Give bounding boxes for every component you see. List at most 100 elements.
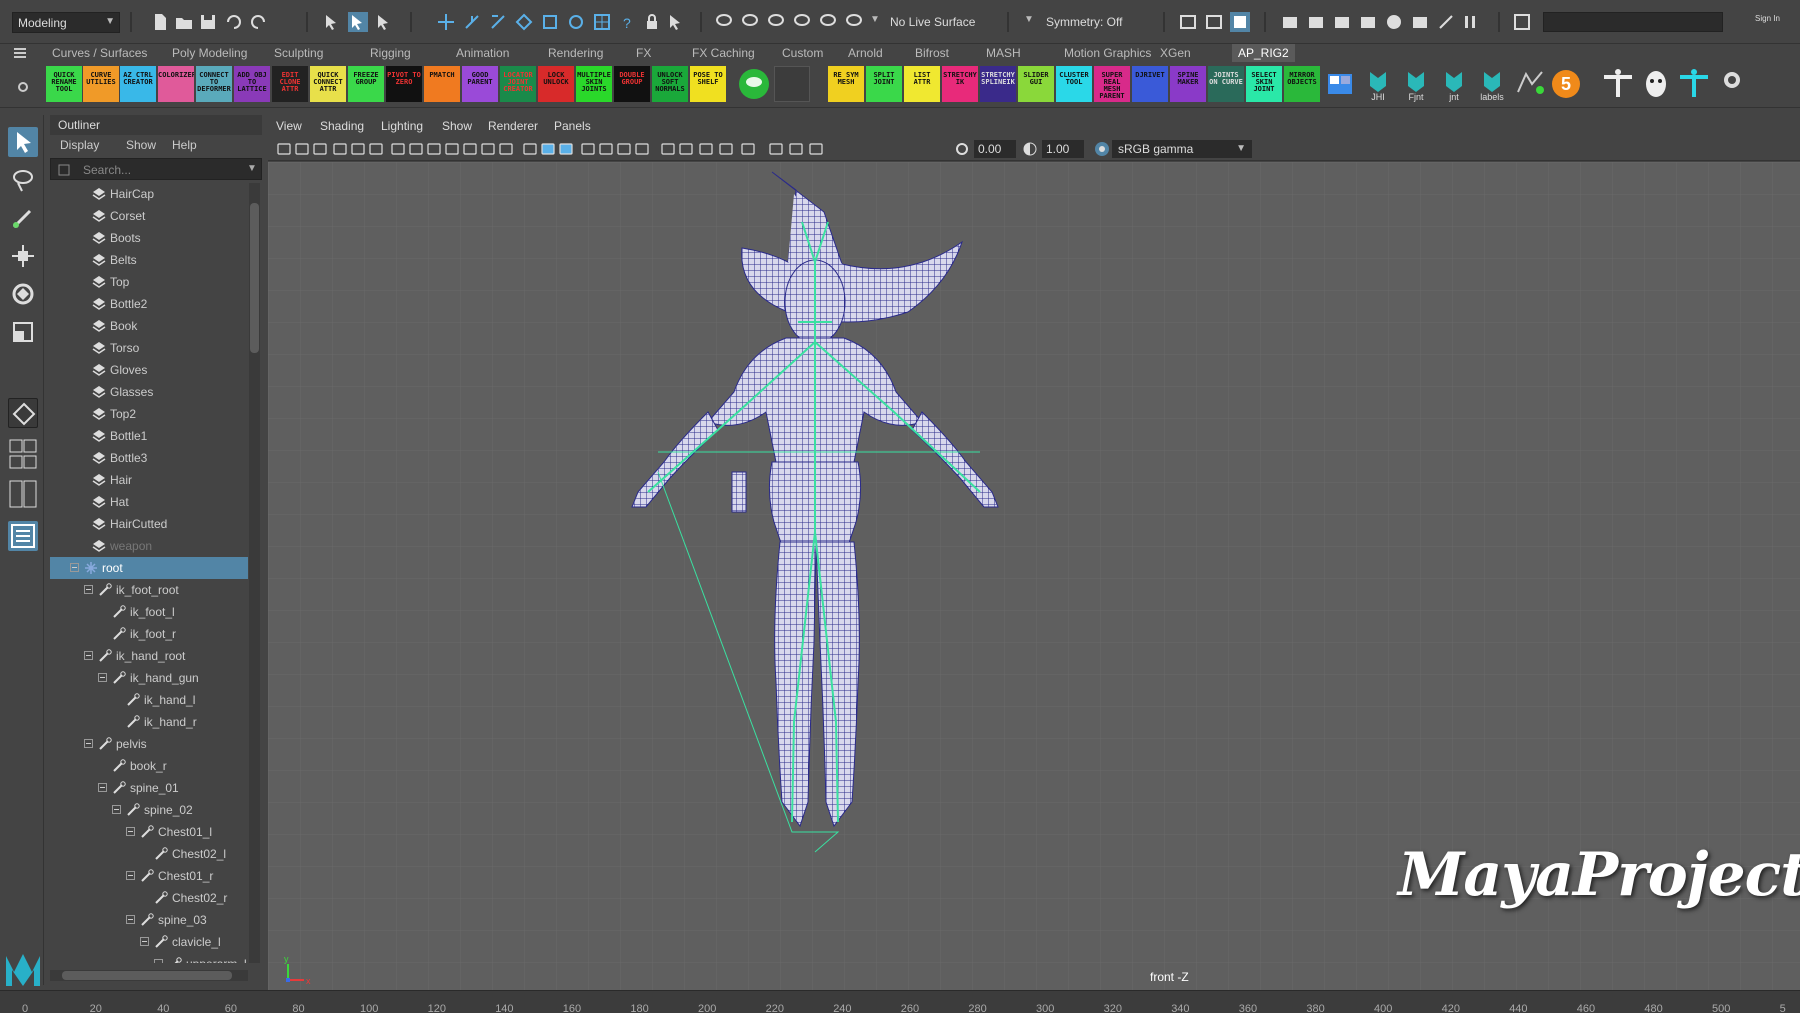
- default-material-icon[interactable]: [580, 141, 596, 157]
- shelf-button-mirror-objects[interactable]: MIRROR OBJECTS: [1284, 66, 1320, 102]
- outliner-item[interactable]: Top: [50, 271, 248, 293]
- xray-icon[interactable]: [350, 141, 366, 157]
- shadows-icon[interactable]: [634, 141, 650, 157]
- shelf-tab-animation[interactable]: Animation: [456, 46, 509, 60]
- hypershade-icon[interactable]: [1384, 12, 1404, 32]
- shelf-button-stretchy-ik[interactable]: STRETCHY IK: [942, 66, 978, 102]
- outliner-vertical-scrollbar[interactable]: [249, 183, 260, 963]
- shelf-button-cluster-tool[interactable]: CLUSTER TOOL: [1056, 66, 1092, 102]
- panel-menu-renderer[interactable]: Renderer: [488, 119, 538, 133]
- rotate-tool-icon[interactable]: [8, 279, 38, 309]
- outliner-item[interactable]: ik_hand_r: [50, 711, 248, 733]
- shelf-button-super-real-mesh-parent[interactable]: SUPER REAL MESH PARENT: [1094, 66, 1130, 102]
- shelf-button-az-ctrl-creator[interactable]: AZ CTRL CREATOR: [120, 66, 156, 102]
- outliner-search-field[interactable]: Search... ▼: [50, 158, 262, 180]
- python-icon[interactable]: [1714, 66, 1750, 102]
- shelf-tab-motion-graphics[interactable]: Motion Graphics: [1064, 46, 1151, 60]
- outliner-item[interactable]: Boots: [50, 227, 248, 249]
- outliner-item[interactable]: pelvis: [50, 733, 248, 755]
- lasso-tool-icon[interactable]: [8, 165, 38, 195]
- anti-aliasing-icon[interactable]: [698, 141, 714, 157]
- select-component-icon[interactable]: [374, 12, 394, 32]
- smooth-shade-icon[interactable]: [540, 141, 556, 157]
- shelf-button-stretchy-splineik[interactable]: STRETCHY SPLINEIK: [980, 66, 1016, 102]
- persp-outliner-layout-icon[interactable]: [8, 455, 38, 469]
- outliner-item[interactable]: HairCap: [50, 183, 248, 205]
- single-perspective-layout-icon[interactable]: [8, 398, 38, 428]
- panel-menu-view[interactable]: View: [276, 119, 302, 133]
- film-gate-icon[interactable]: [408, 141, 424, 157]
- isolate-select-icon[interactable]: [740, 141, 756, 157]
- gate-mask-icon[interactable]: [444, 141, 460, 157]
- shelf-button-add-obj-to-lattice[interactable]: ADD OBJ TO LATTICE: [234, 66, 270, 102]
- snap-uv-icon[interactable]: [592, 12, 612, 32]
- outliner-item[interactable]: ik_hand_gun: [50, 667, 248, 689]
- outliner-item[interactable]: Hat: [50, 491, 248, 513]
- render-settings-icon[interactable]: [1358, 12, 1378, 32]
- shelf-tab-bifrost[interactable]: Bifrost: [915, 46, 949, 60]
- shelf-button-freeze-group[interactable]: FREEZE GROUP: [348, 66, 384, 102]
- lasso-icon[interactable]: [714, 12, 734, 32]
- scrollbar-thumb[interactable]: [250, 203, 259, 353]
- field-chart-icon[interactable]: [462, 141, 478, 157]
- outliner-item[interactable]: Gloves: [50, 359, 248, 381]
- wireframe-icon[interactable]: [522, 141, 538, 157]
- lasso-icon[interactable]: [792, 12, 812, 32]
- light-editor-icon[interactable]: [1436, 12, 1456, 32]
- panel-menu-lighting[interactable]: Lighting: [381, 119, 423, 133]
- shelf-tab-ap-rig2[interactable]: AP_RIG2: [1232, 44, 1295, 62]
- shelf-tab-fx[interactable]: FX: [636, 46, 651, 60]
- outliner-item[interactable]: ik_foot_root: [50, 579, 248, 601]
- shelf-button-double-group[interactable]: DOUBLE GROUP: [614, 66, 650, 102]
- help-line-icon[interactable]: ?: [618, 12, 638, 32]
- symmetry-label[interactable]: Symmetry: Off: [1046, 15, 1122, 29]
- camera-icon[interactable]: [276, 141, 292, 157]
- outliner-item[interactable]: Book: [50, 315, 248, 337]
- live-surface-label[interactable]: No Live Surface: [890, 15, 975, 29]
- color-management-icon[interactable]: [1094, 141, 1110, 157]
- shelf-empty-slot[interactable]: [774, 66, 810, 102]
- shelf-button-colorizer[interactable]: COLORIZER: [158, 66, 194, 102]
- outliner-item[interactable]: spine_03: [50, 909, 248, 931]
- open-scene-icon[interactable]: [174, 12, 194, 32]
- number-badge-icon[interactable]: 5: [1548, 66, 1584, 102]
- xray-active-icon[interactable]: [788, 141, 804, 157]
- paint-select-tool-icon[interactable]: [8, 203, 38, 233]
- outliner-item[interactable]: Glasses: [50, 381, 248, 403]
- panel-menu-show[interactable]: Show: [442, 119, 472, 133]
- collapse-toggle-icon[interactable]: [112, 805, 121, 814]
- chevron-down-icon[interactable]: ▼: [870, 14, 880, 25]
- ambient-occlusion-icon[interactable]: [660, 141, 676, 157]
- snap-view-plane-icon[interactable]: [514, 12, 534, 32]
- refresh-icon[interactable]: [954, 141, 970, 157]
- camera-attributes-icon[interactable]: [294, 141, 310, 157]
- shelf-button-multiple-skin-joints[interactable]: MULTIPLE SKIN JOINTS: [576, 66, 612, 102]
- collapse-toggle-icon[interactable]: [126, 915, 135, 924]
- lasso-icon[interactable]: [740, 12, 760, 32]
- render-frame-icon[interactable]: [1306, 12, 1326, 32]
- outliner-layout-icon[interactable]: [8, 521, 38, 551]
- outliner-item[interactable]: weapon: [50, 535, 248, 557]
- four-view-layout-icon[interactable]: [8, 439, 38, 453]
- labels-icon[interactable]: labels: [1474, 66, 1510, 102]
- bookmark-icon[interactable]: [312, 141, 328, 157]
- shelf-button-quick-connect-attr[interactable]: QUICK CONNECT ATTR: [310, 66, 346, 102]
- outliner-item[interactable]: ik_hand_root: [50, 645, 248, 667]
- shelf-button-slider-gui[interactable]: SLIDER GUI: [1018, 66, 1054, 102]
- shelf-button-curve-utilies[interactable]: CURVE UTILIES: [83, 66, 119, 102]
- resolution-gate-icon[interactable]: [426, 141, 442, 157]
- exposure-field[interactable]: 0.00: [974, 140, 1016, 158]
- textured-icon[interactable]: [598, 141, 614, 157]
- menu-set-dropdown[interactable]: Modeling ▼: [12, 12, 120, 33]
- cross-joint-icon[interactable]: [1676, 66, 1712, 102]
- use-lights-icon[interactable]: [616, 141, 632, 157]
- shelf-tab-rendering[interactable]: Rendering: [548, 46, 603, 60]
- outliner-item[interactable]: Bottle1: [50, 425, 248, 447]
- snap-grid-icon[interactable]: [436, 12, 456, 32]
- shelf-button-re-sym-mesh[interactable]: RE SYM MESH: [828, 66, 864, 102]
- shelf-ball-icon[interactable]: [736, 66, 772, 102]
- ipr-render-icon[interactable]: [1332, 12, 1352, 32]
- outliner-item[interactable]: ik_foot_r: [50, 623, 248, 645]
- grease-pencil-icon[interactable]: [368, 141, 384, 157]
- shelf-button-quick-rename-tool[interactable]: QUICK RENAME TOOL: [46, 66, 82, 102]
